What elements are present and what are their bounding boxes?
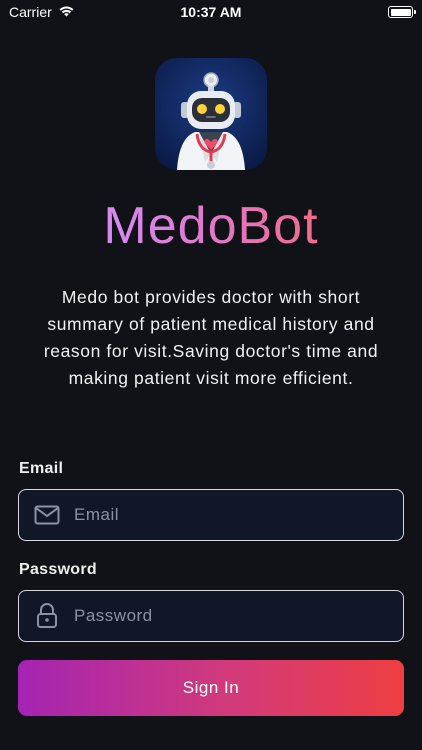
- app-logo: [155, 58, 267, 170]
- password-label: Password: [19, 561, 97, 578]
- email-input[interactable]: [74, 505, 374, 525]
- email-label: Email: [19, 460, 64, 477]
- app-title-text: MedoBot: [103, 197, 319, 255]
- battery-level: [390, 8, 411, 16]
- status-bar: Carrier 10:37 AM: [0, 0, 422, 24]
- robot-doctor-icon: [155, 58, 267, 170]
- envelope-icon: [34, 502, 60, 528]
- sign-in-button[interactable]: Sign In: [18, 660, 404, 716]
- password-field[interactable]: [18, 590, 404, 642]
- battery-icon: [388, 6, 416, 18]
- lock-icon: [34, 603, 60, 629]
- password-input[interactable]: [74, 606, 374, 626]
- app-title: MedoBot: [0, 196, 422, 256]
- login-screen: Carrier 10:37 AM MedoBot Medo bot provid…: [0, 0, 422, 750]
- status-time: 10:37 AM: [180, 4, 242, 20]
- app-description: Medo bot provides doctor with short summ…: [43, 287, 379, 388]
- email-field[interactable]: [18, 489, 404, 541]
